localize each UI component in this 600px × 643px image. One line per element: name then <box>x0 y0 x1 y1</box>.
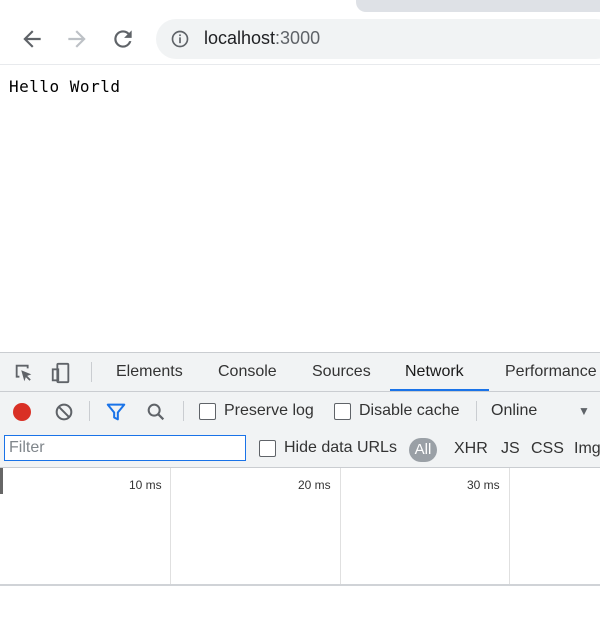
disable-cache-checkbox[interactable] <box>334 403 351 420</box>
preserve-log-label: Preserve log <box>224 402 314 419</box>
forward-arrow-icon <box>68 30 86 48</box>
grid-line <box>340 468 341 584</box>
tab-sources[interactable]: Sources <box>312 363 371 381</box>
tab-network[interactable]: Network <box>405 363 464 381</box>
forward-button[interactable] <box>62 24 92 54</box>
type-filter-img[interactable]: Img <box>574 440 600 458</box>
tab-console[interactable]: Console <box>218 363 277 381</box>
tab-elements[interactable]: Elements <box>116 363 183 381</box>
type-filter-all[interactable]: All <box>409 438 437 462</box>
reload-icon <box>114 30 132 48</box>
separator <box>91 362 92 382</box>
throttling-select[interactable]: Online <box>491 402 537 420</box>
devtools-tab-bar: Elements Console Sources Network Perform… <box>0 353 600 392</box>
record-button[interactable] <box>13 403 31 421</box>
network-overview[interactable]: 10 ms 20 ms 30 ms <box>0 468 600 586</box>
timeline-label: 10 ms <box>129 478 162 492</box>
hide-data-urls-label: Hide data URLs <box>284 439 397 456</box>
tab-strip <box>0 0 600 14</box>
browser-toolbar: localhost:3000 <box>0 14 600 65</box>
url-text: localhost:3000 <box>204 28 320 49</box>
page-text: Hello World <box>9 77 121 96</box>
info-icon[interactable] <box>170 29 190 49</box>
reload-button[interactable] <box>108 24 138 54</box>
page-viewport: Hello World <box>0 65 600 351</box>
hide-data-urls-checkbox[interactable] <box>259 440 276 457</box>
filter-input[interactable] <box>4 435 246 461</box>
type-filter-css[interactable]: CSS <box>531 440 564 458</box>
overview-start-marker <box>0 468 3 494</box>
chevron-down-icon[interactable]: ▼ <box>578 404 590 418</box>
timeline-label: 30 ms <box>467 478 500 492</box>
clear-icon[interactable] <box>53 401 75 423</box>
preserve-log-checkbox[interactable] <box>199 403 216 420</box>
type-filter-js[interactable]: JS <box>501 440 520 458</box>
browser-tab[interactable] <box>356 0 600 12</box>
back-arrow-icon <box>23 30 41 48</box>
separator <box>183 401 184 421</box>
filter-icon[interactable] <box>105 401 127 423</box>
url-host: localhost <box>204 28 276 48</box>
device-toolbar-icon[interactable] <box>50 362 72 384</box>
address-bar[interactable]: localhost:3000 <box>156 19 600 59</box>
grid-line <box>170 468 171 584</box>
tab-performance[interactable]: Performance <box>505 363 597 381</box>
devtools-panel: Elements Console Sources Network Perform… <box>0 352 600 643</box>
search-icon[interactable] <box>145 401 167 423</box>
back-button[interactable] <box>17 24 47 54</box>
filter-row: Hide data URLs All XHR JS CSS Img <box>0 430 600 468</box>
request-list[interactable] <box>0 586 600 643</box>
network-toolbar: Preserve log Disable cache Online ▼ <box>0 392 600 431</box>
separator <box>89 401 90 421</box>
url-port: :3000 <box>275 28 321 48</box>
timeline-label: 20 ms <box>298 478 331 492</box>
separator <box>476 401 477 421</box>
inspect-element-icon[interactable] <box>13 362 35 384</box>
type-filter-xhr[interactable]: XHR <box>454 440 488 458</box>
disable-cache-label: Disable cache <box>359 402 460 419</box>
grid-line <box>509 468 510 584</box>
active-tab-indicator <box>390 389 489 391</box>
